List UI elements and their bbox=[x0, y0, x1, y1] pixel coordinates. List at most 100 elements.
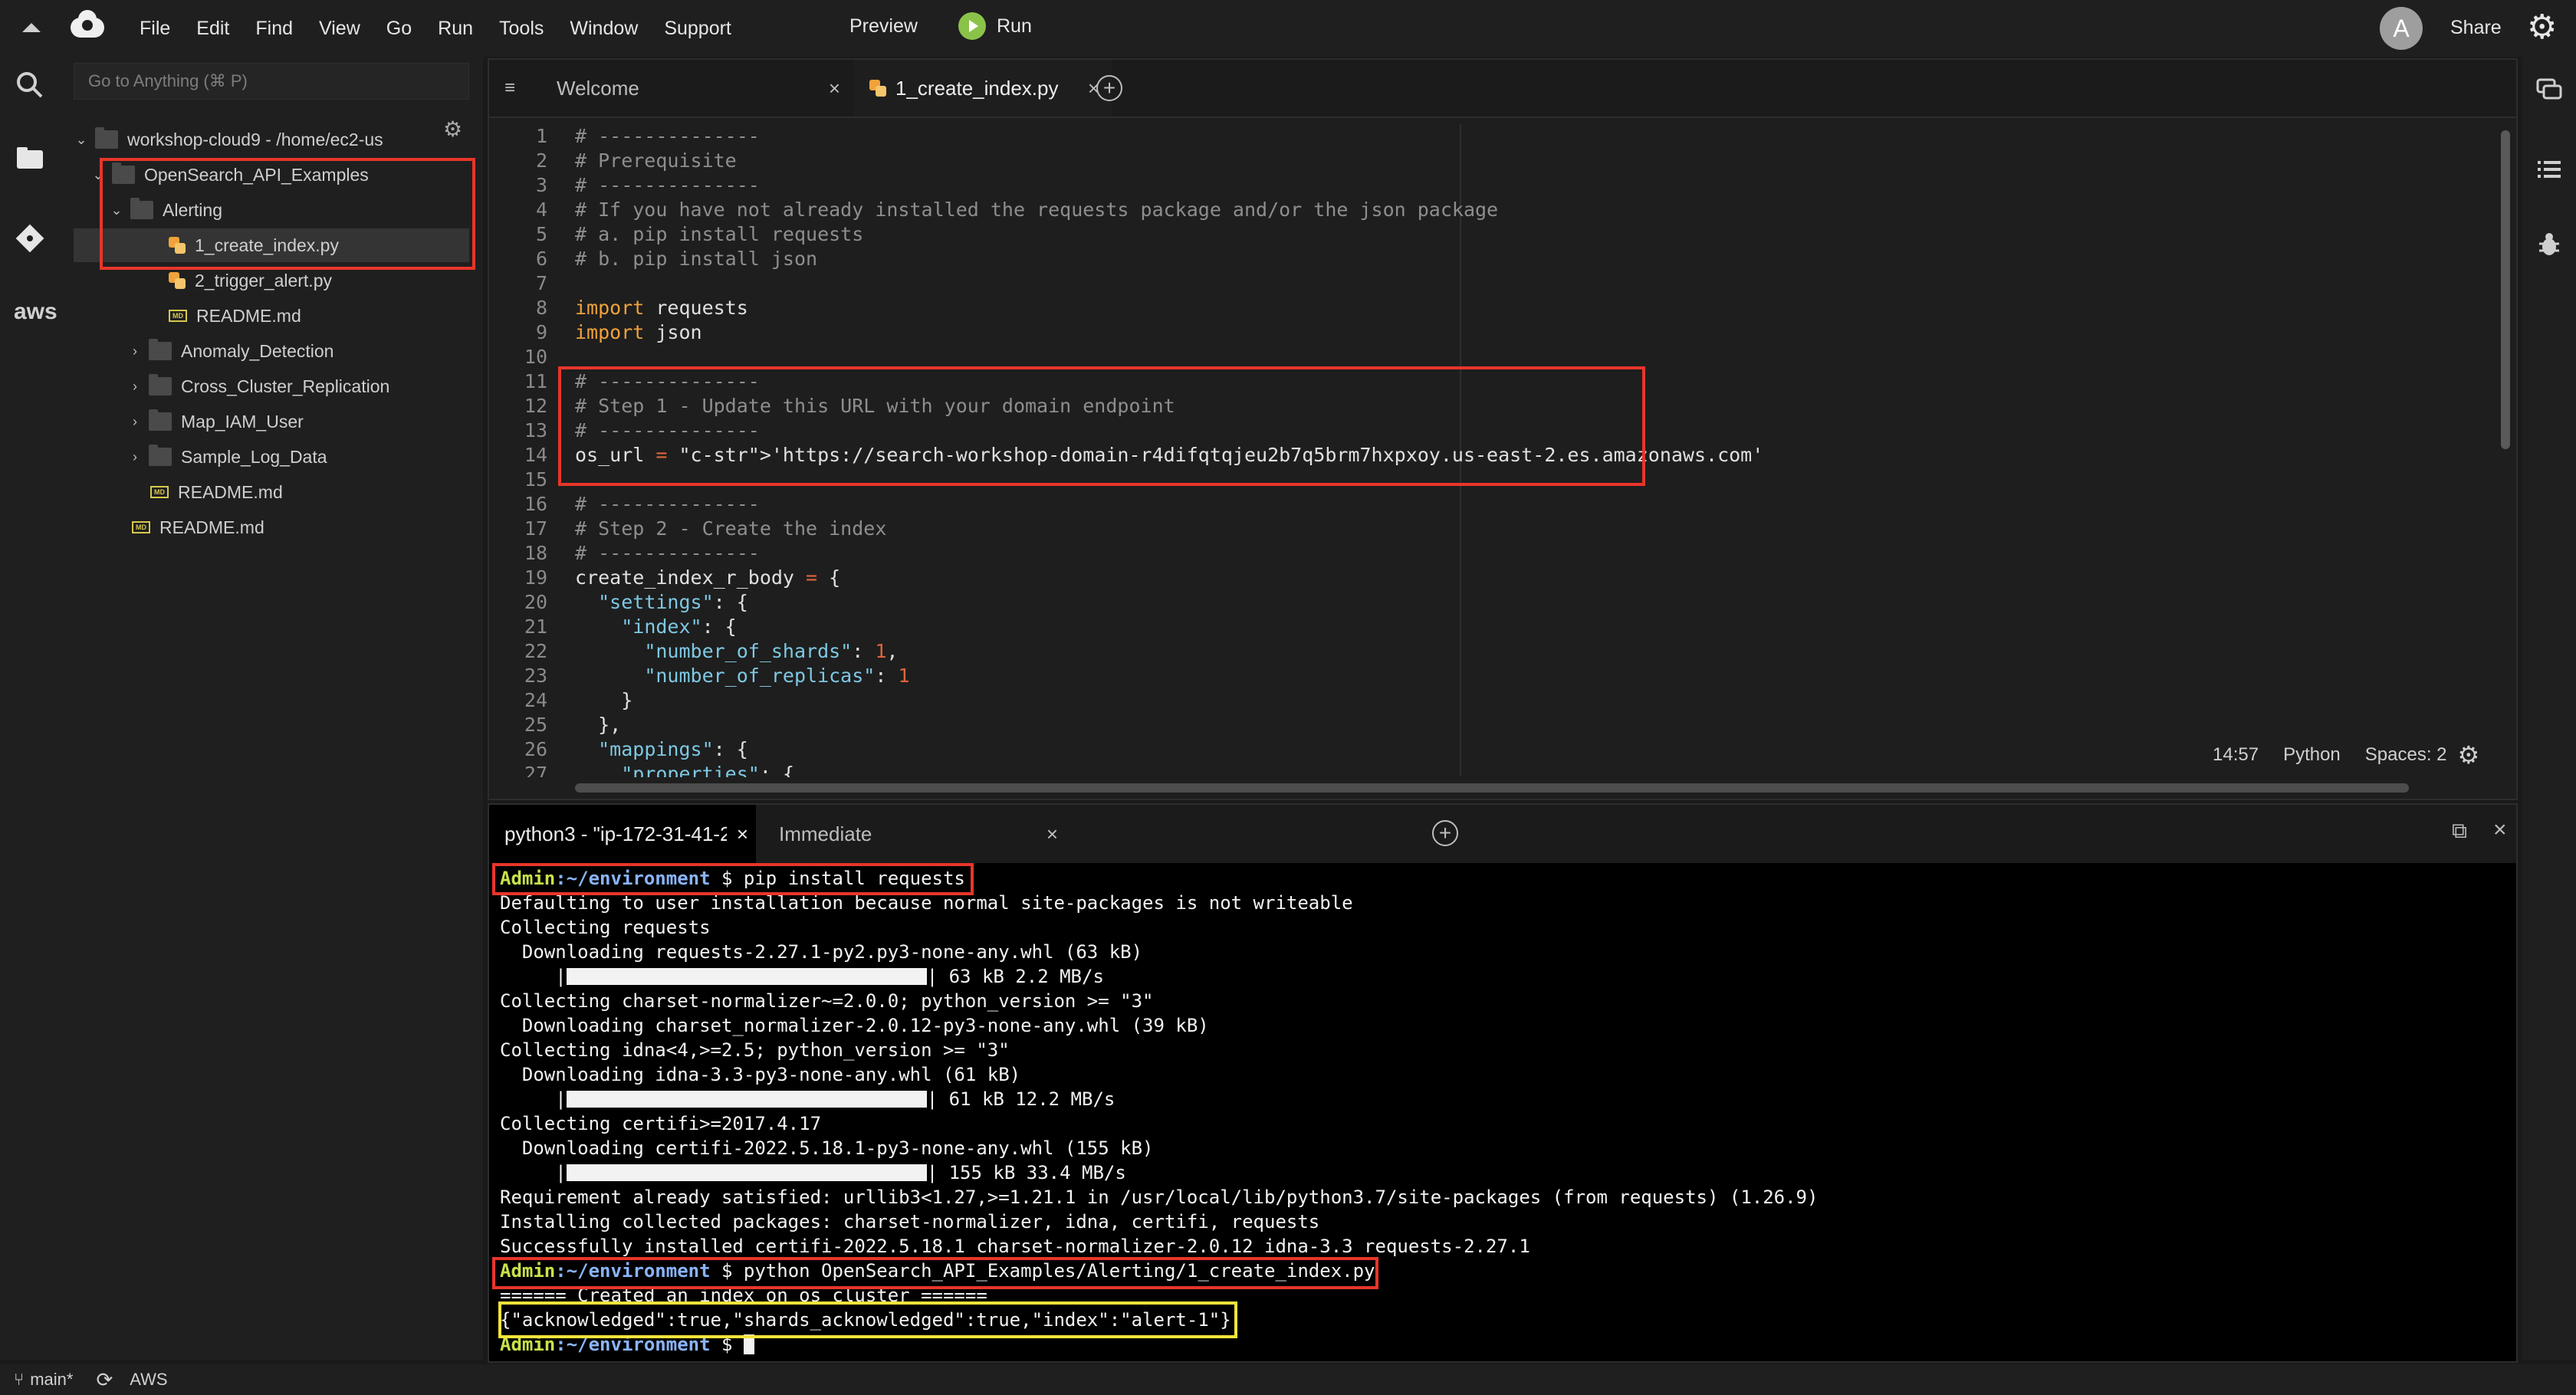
git-branch-label[interactable]: main* bbox=[30, 1370, 73, 1390]
code-line[interactable]: 18 # -------------- bbox=[489, 541, 2482, 566]
editor-gear-icon[interactable]: ⚙ bbox=[2458, 740, 2480, 770]
code-text: "properties": { bbox=[621, 763, 794, 777]
tree-item-readme-root[interactable]: MD README.md bbox=[60, 510, 483, 544]
search-icon[interactable] bbox=[14, 69, 46, 101]
tree-item-map-iam-user[interactable]: › Map_IAM_User bbox=[60, 405, 483, 438]
share-button[interactable]: Share bbox=[2450, 17, 2502, 39]
horizontal-scrollbar[interactable] bbox=[575, 783, 2409, 793]
line-number: 17 bbox=[524, 517, 547, 540]
code-text: # b. pip install json bbox=[575, 248, 818, 270]
vertical-scrollbar[interactable] bbox=[2501, 130, 2510, 449]
close-icon[interactable]: × bbox=[737, 822, 748, 846]
aws-region-label[interactable]: AWS bbox=[130, 1370, 167, 1390]
tree-item-readme-examples[interactable]: MD README.md bbox=[60, 475, 483, 509]
code-line[interactable]: 26 "mappings": { bbox=[489, 737, 2482, 762]
code-text: # -------------- bbox=[575, 125, 760, 147]
folder-icon bbox=[95, 127, 118, 149]
tab-welcome[interactable]: Welcome × bbox=[531, 60, 853, 117]
tree-item-label: 2_trigger_alert.py bbox=[195, 270, 332, 290]
tab-1-create-index[interactable]: 1_create_index.py × bbox=[854, 60, 1112, 117]
indent-setting[interactable]: Spaces: 2 bbox=[2365, 744, 2447, 766]
add-terminal-tab-icon[interactable]: + bbox=[1432, 820, 1458, 846]
code-line[interactable]: 3 # -------------- bbox=[489, 173, 2482, 198]
code-line[interactable]: 8 import requests bbox=[489, 296, 2482, 320]
collapse-menu-icon[interactable] bbox=[20, 17, 43, 40]
run-button[interactable]: Run bbox=[958, 12, 1032, 40]
settings-gear-icon[interactable]: ⚙ bbox=[2527, 11, 2557, 44]
code-line[interactable]: 5 # a. pip install requests bbox=[489, 222, 2482, 247]
menu-file[interactable]: File bbox=[140, 18, 170, 40]
tree-item-cross-cluster-replication[interactable]: › Cross_Cluster_Replication bbox=[60, 369, 483, 403]
folder-icon[interactable] bbox=[14, 143, 46, 175]
tab-terminal-python3[interactable]: python3 - "ip-172-31-41-2 × bbox=[489, 805, 756, 863]
outline-icon[interactable] bbox=[2535, 155, 2564, 184]
terminal-line: | | 63 kB 2.2 MB/s bbox=[500, 966, 1104, 987]
menu-edit[interactable]: Edit bbox=[196, 18, 229, 40]
menu-find[interactable]: Find bbox=[255, 18, 293, 40]
code-line[interactable]: 9 import json bbox=[489, 320, 2482, 345]
markdown-file-icon: MD bbox=[150, 486, 169, 498]
menu-view[interactable]: View bbox=[319, 18, 360, 40]
tab-menu-icon[interactable]: ≡ bbox=[489, 60, 531, 117]
collaborate-icon[interactable] bbox=[2535, 75, 2564, 104]
code-line[interactable]: 17 # Step 2 - Create the index bbox=[489, 517, 2482, 541]
code-text: "mappings": { bbox=[598, 738, 748, 760]
terminal-line: Downloading charset_normalizer-2.0.12-py… bbox=[500, 1015, 1209, 1036]
line-number: 5 bbox=[535, 223, 547, 245]
code-line[interactable]: 6 # b. pip install json bbox=[489, 247, 2482, 271]
code-line[interactable]: 27 "properties": { bbox=[489, 762, 2482, 777]
python-file-icon bbox=[869, 80, 886, 97]
menu-support[interactable]: Support bbox=[664, 18, 731, 40]
tab-immediate[interactable]: Immediate × bbox=[757, 805, 1069, 863]
code-line[interactable]: 1 # -------------- bbox=[489, 124, 2482, 149]
tree-item-workshop-cloud9[interactable]: ⌄ workshop-cloud9 - /home/ec2-us bbox=[60, 123, 483, 156]
terminal-line: Downloading certifi-2022.5.18.1-py3-none… bbox=[500, 1137, 1154, 1159]
terminal-tab-bar: python3 - "ip-172-31-41-2 × Immediate × … bbox=[489, 805, 2516, 863]
code-line[interactable]: 23 "number_of_replicas": 1 bbox=[489, 664, 2482, 688]
code-line[interactable]: 2 # Prerequisite bbox=[489, 149, 2482, 173]
close-icon[interactable]: × bbox=[1046, 822, 1058, 846]
code-text: # -------------- bbox=[575, 542, 760, 564]
pip-command-highlight-box bbox=[492, 863, 974, 895]
tree-item-label: README.md bbox=[196, 305, 301, 326]
maximize-pane-icon[interactable]: ⧉ bbox=[2452, 819, 2467, 844]
code-line[interactable]: 25 }, bbox=[489, 713, 2482, 737]
tree-item-sample-log-data[interactable]: › Sample_Log_Data bbox=[60, 440, 483, 474]
play-icon bbox=[958, 12, 986, 40]
language-mode[interactable]: Python bbox=[2283, 744, 2341, 766]
tree-item-anomaly-detection[interactable]: › Anomaly_Detection bbox=[60, 334, 483, 368]
menu-window[interactable]: Window bbox=[570, 18, 638, 40]
add-tab-icon[interactable]: + bbox=[1096, 75, 1122, 101]
code-line[interactable]: 21 "index": { bbox=[489, 615, 2482, 639]
code-line[interactable]: 4 # If you have not already installed the… bbox=[489, 198, 2482, 222]
code-line[interactable]: 16 # -------------- bbox=[489, 492, 2482, 517]
menu-go[interactable]: Go bbox=[386, 18, 412, 40]
code-line[interactable]: 20 "settings": { bbox=[489, 590, 2482, 615]
line-number: 16 bbox=[524, 493, 547, 515]
chevron-right-icon: › bbox=[133, 413, 137, 429]
code-line[interactable]: 22 "number_of_shards": 1, bbox=[489, 639, 2482, 664]
preview-button[interactable]: Preview bbox=[849, 15, 918, 38]
folder-icon bbox=[149, 374, 172, 396]
cloud9-logo-icon[interactable] bbox=[69, 10, 106, 44]
tree-item-label: README.md bbox=[178, 481, 283, 502]
go-to-anything-input[interactable]: Go to Anything (⌘ P) bbox=[74, 63, 469, 100]
code-line[interactable]: 19 create_index_r_body = { bbox=[489, 566, 2482, 590]
code-line[interactable]: 7 bbox=[489, 271, 2482, 296]
sync-icon[interactable]: ⟳ bbox=[96, 1368, 113, 1392]
close-pane-icon[interactable]: × bbox=[2493, 817, 2507, 843]
line-number: 26 bbox=[524, 738, 547, 760]
avatar[interactable]: A bbox=[2380, 7, 2423, 50]
code-text: # -------------- bbox=[575, 493, 760, 515]
menu-run[interactable]: Run bbox=[438, 18, 473, 40]
code-line[interactable]: 24 } bbox=[489, 688, 2482, 713]
debugger-bug-icon[interactable] bbox=[2535, 230, 2564, 259]
close-icon[interactable]: × bbox=[829, 77, 840, 100]
tree-item-readme-alerting[interactable]: MD README.md bbox=[60, 299, 483, 333]
cursor-position[interactable]: 14:57 bbox=[2213, 744, 2259, 766]
menu-tools[interactable]: Tools bbox=[499, 18, 544, 40]
git-icon[interactable] bbox=[14, 222, 46, 254]
menu-bar: File Edit Find View Go Run Tools Window … bbox=[0, 0, 2576, 57]
run-button-label: Run bbox=[997, 15, 1032, 37]
aws-icon[interactable]: aws bbox=[14, 296, 58, 328]
